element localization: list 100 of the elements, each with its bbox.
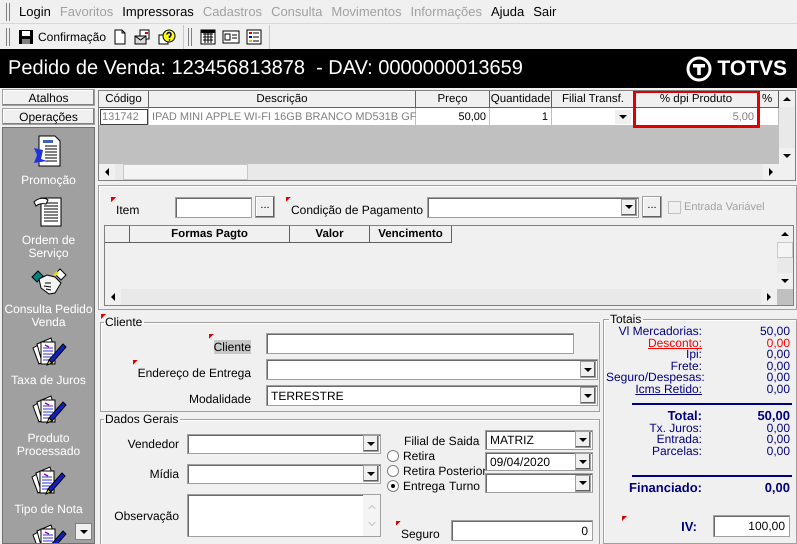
dropdown-field[interactable]: MATRIZ — [485, 430, 593, 450]
total-value: 0,00 — [766, 434, 791, 446]
browse-button[interactable]: ... — [255, 196, 275, 218]
text-field[interactable] — [266, 333, 574, 354]
item-field[interactable] — [175, 196, 252, 218]
scroll-up-button[interactable] — [779, 91, 795, 107]
dropdown-field[interactable] — [485, 473, 593, 494]
column-header[interactable]: Descrição — [149, 91, 416, 108]
field-label: Modalidade — [188, 390, 251, 406]
caret-icon — [579, 460, 587, 464]
text-field[interactable]: 0 — [451, 520, 593, 541]
field-label: Seguro — [396, 520, 440, 540]
scroll-right-button[interactable] — [761, 289, 777, 305]
column-header[interactable]: Preço — [416, 91, 490, 108]
table-cell[interactable]: 1 — [490, 108, 552, 126]
table-cell[interactable]: 5,00 — [635, 108, 758, 126]
table-cell[interactable]: 131742 — [99, 108, 149, 126]
dropdown-field[interactable] — [187, 464, 381, 484]
caret-icon — [367, 442, 375, 446]
column-header[interactable]: Formas Pagto — [130, 226, 290, 243]
group-title: Totais — [609, 312, 642, 326]
menu-item[interactable]: Login — [15, 4, 55, 19]
total-label: Financiado: — [628, 481, 702, 496]
dropdown-button[interactable] — [580, 387, 596, 404]
dropdown-button[interactable] — [580, 361, 596, 378]
table-cell[interactable]: 50,00 — [416, 108, 490, 126]
text-area[interactable] — [187, 494, 381, 538]
radio-button[interactable] — [387, 450, 399, 462]
field-label: Cliente — [208, 334, 251, 354]
radio-label: Entrega — [403, 478, 446, 492]
papers-pen-icon — [30, 336, 66, 368]
link[interactable]: Icms Retido: — [606, 384, 702, 396]
total-label: Total: — [666, 408, 702, 423]
scrollbar-thumb[interactable] — [777, 242, 793, 258]
dropdown-button[interactable] — [575, 431, 591, 448]
total-value: 50,00 — [756, 408, 791, 423]
scroll-up-button[interactable] — [777, 226, 793, 242]
handshake-icon — [30, 267, 66, 297]
group-title: Dados Gerais — [104, 412, 180, 426]
total-value: 50,00 — [758, 326, 791, 338]
page-title: Pedido de Venda: 123456813878 - DAV: 0000000013659 — [8, 57, 523, 80]
scroll-left-button[interactable] — [99, 164, 115, 180]
scroll-down-button[interactable] — [779, 148, 795, 164]
up-arrow-icon — [781, 232, 789, 236]
dropdown-button[interactable] — [575, 474, 591, 492]
column-header[interactable]: Código — [99, 91, 149, 108]
dropdown-field[interactable] — [266, 359, 598, 380]
menu-item[interactable]: Ajuda — [487, 4, 528, 19]
column-header[interactable]: % — [758, 91, 779, 108]
column-header[interactable]: Quantidade — [490, 91, 552, 108]
sidebar-tab[interactable]: Atalhos — [2, 89, 95, 106]
radio-button[interactable] — [387, 480, 399, 492]
right-arrow-icon — [769, 168, 773, 176]
table-cell[interactable] — [758, 108, 779, 126]
browse-button[interactable]: ... — [642, 196, 662, 218]
column-header[interactable]: Filial Transf. — [552, 91, 635, 108]
scroll-down-button[interactable] — [777, 273, 793, 289]
field-label: Turno — [449, 478, 480, 492]
menu-item[interactable]: Sair — [529, 4, 560, 19]
scroll-down-button[interactable] — [75, 523, 92, 540]
date-field[interactable]: 09/04/2020 — [485, 452, 593, 472]
toolbar-grip[interactable] — [188, 28, 192, 46]
radio-label: Retira Posterior — [403, 464, 486, 478]
link[interactable]: Desconto: — [606, 338, 702, 350]
caret-icon — [579, 438, 587, 442]
radio-button[interactable] — [387, 464, 399, 476]
scrollbar-corner — [777, 289, 793, 305]
total-value: 0,00 — [766, 422, 791, 434]
column-header[interactable]: Valor — [290, 226, 370, 243]
total-label: Parcelas: — [650, 446, 702, 458]
dropdown-button[interactable] — [363, 465, 379, 482]
scroll-left-button[interactable] — [105, 289, 121, 305]
toolbar-grip[interactable] — [6, 2, 10, 20]
total-label: Vl Mercadorias: — [618, 326, 702, 338]
menu-item[interactable]: Impressoras — [118, 4, 198, 19]
payment-condition-dropdown[interactable] — [427, 196, 639, 218]
caret-icon — [625, 205, 633, 209]
dropdown-button[interactable] — [363, 435, 379, 452]
papers-pen-icon — [30, 465, 66, 497]
table-cell[interactable]: IPAD MINI APPLE WI-FI 16GB BRANCO MD531B GF — [149, 108, 416, 126]
table-cell[interactable] — [552, 108, 635, 126]
dropdown-field[interactable]: TERRESTRE — [266, 385, 598, 406]
logo-icon — [686, 56, 712, 82]
total-value: 0,00 — [766, 349, 791, 361]
dropdown-field[interactable] — [187, 434, 381, 454]
text-field[interactable]: 100,00 — [713, 515, 790, 538]
dropdown-button[interactable] — [575, 453, 591, 470]
dropdown-button[interactable] — [615, 110, 631, 124]
caret-icon — [367, 472, 375, 476]
scrollbar-thumb[interactable] — [123, 164, 248, 180]
papers-pen-icon — [30, 394, 66, 426]
total-value: 0,00 — [766, 372, 791, 384]
scroll-right-button[interactable] — [763, 164, 779, 180]
page-icon — [112, 28, 128, 44]
confirm-button[interactable]: Confirmação — [15, 26, 110, 48]
dropdown-button[interactable] — [621, 198, 637, 216]
column-header[interactable]: Vencimento — [370, 226, 452, 243]
caret-icon — [619, 114, 627, 118]
toolbar-grip[interactable] — [6, 28, 10, 46]
sidebar-tab[interactable]: Operações — [2, 108, 95, 125]
